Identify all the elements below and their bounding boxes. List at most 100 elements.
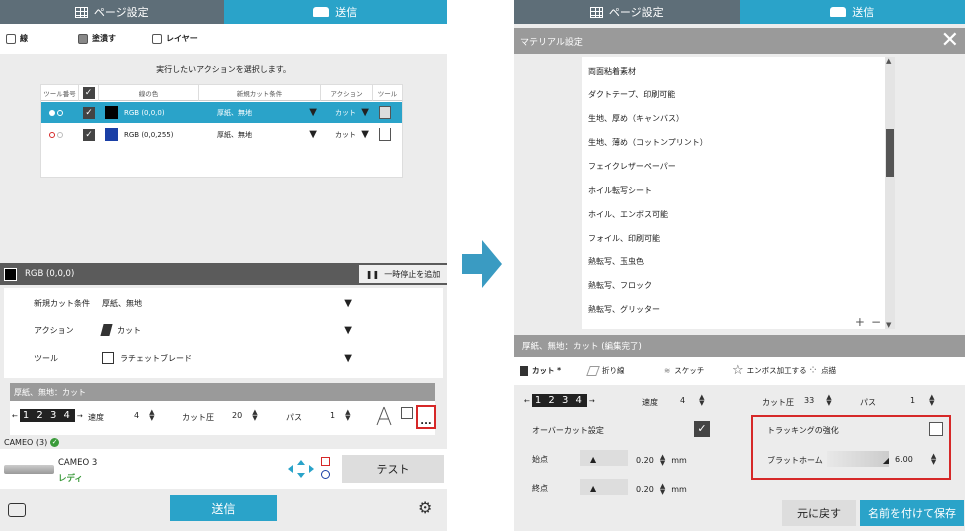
tab-send[interactable]: 送信 [223,0,447,24]
action-dropdown[interactable]: カット ▼ [100,321,352,339]
close-icon[interactable]: ✕ [941,28,959,54]
tool-position-picker[interactable]: ← 1 2 3 4 → [524,394,595,407]
cutter-icon [313,7,330,17]
remove-material-button[interactable]: − [871,315,881,329]
tool-offset-icon[interactable] [375,405,393,427]
overcut-label: オーバーカット設定 [532,426,604,435]
cutter-device-icon [4,465,54,474]
force-stepper[interactable]: 33 ▲ ▼ [804,394,832,407]
gear-icon[interactable]: ⚙ [418,498,432,517]
tab-line[interactable]: 線 [6,33,28,44]
action-select[interactable]: カット ▼ [335,102,369,123]
action-select[interactable]: カット ▼ [335,124,369,145]
revert-button[interactable]: 元に戻す [782,500,856,526]
row-checkbox[interactable]: ✓ [83,124,95,145]
tracking-label: トラッキングの強化 [767,426,839,435]
action-prompt: 実行したいアクションを選択します。 [156,65,291,74]
end-slider[interactable]: ▲ [580,479,628,495]
tab-cut[interactable]: カット * [520,365,561,376]
material-select[interactable]: 厚紙、無地 ▼ [217,124,317,145]
device-header: CAMEO (3) ✓ [4,438,60,447]
tool-cell[interactable] [379,102,391,123]
speed-stepper[interactable]: 4 ▲ ▼ [680,394,704,407]
stepper-arrows-icon: ▲ ▼ [345,408,351,422]
tool-number [49,124,63,145]
stepper-arrows-icon: ▲ ▼ [252,408,258,422]
tab-emboss[interactable]: ☆ エンボス加工する [732,363,807,378]
arrow-right-icon [460,238,504,290]
tab-page-setup[interactable]: ページ設定 [0,0,224,24]
more-settings-button[interactable]: ... [416,405,436,429]
blade-stepper[interactable]: 6.00 ▲ ▼ [895,453,936,466]
grid-icon [74,6,88,18]
list-item[interactable]: 両面粘着素材 [588,66,636,77]
list-item[interactable]: 熱転写、グリッター [588,304,660,315]
tool-holder-icon [321,457,331,481]
tab-layer[interactable]: レイヤー [152,33,198,44]
table-row[interactable]: ✓ RGB (0,0,0) 厚紙、無地 ▼ カット ▼ [41,102,402,123]
select-all-checkbox[interactable]: ✓ [82,86,95,99]
list-item[interactable]: ホイル、エンボス可能 [588,209,668,220]
tool-position-picker[interactable]: ← 1 2 3 4 → [12,409,83,422]
tool-dropdown[interactable]: ラチェットブレード ▼ [102,349,352,367]
tracking-checkbox[interactable] [929,422,943,436]
list-item[interactable]: フォイル、印刷可能 [588,233,660,244]
list-item[interactable]: フェイクレザーペーパー [588,161,676,172]
test-button[interactable]: テスト [342,455,444,483]
tab-fill[interactable]: 塗潰す [78,33,116,44]
tab-dots[interactable]: ⁘ 点描 [808,363,836,377]
main-tabbar: ページ設定 送信 [0,0,447,24]
tab-fold[interactable]: 折り線 [586,365,625,376]
blade-label: ブラットホーム [767,456,823,465]
add-pause-button[interactable]: ❚❚ 一時停止を追加 [359,265,447,283]
tab-page-setup[interactable]: ページ設定 [514,0,740,24]
list-item[interactable]: 生地、厚め（キャンバス） [588,113,684,124]
connected-check-icon: ✓ [50,438,60,447]
start-stepper[interactable]: 0.20 ▲ ▼ mm [636,453,687,467]
send-panel: ページ設定 送信 線 塗潰す レイヤー 実行したいアクションを選択します。 ツー… [0,0,447,531]
tab-sketch[interactable]: ≋ スケッチ [664,365,704,376]
speed-stepper[interactable]: 4 ▲ ▼ [134,408,155,422]
stepper-arrows-icon: ▲ ▼ [659,453,666,467]
start-slider[interactable]: ▲ [580,450,628,466]
stepper-arrows-icon: ▲ ▼ [149,408,155,422]
overcut-checkbox[interactable]: ✓ [694,421,710,437]
action-tabs: カット * 折り線 ≋ スケッチ ☆ エンボス加工する ⁘ 点描 [514,357,965,385]
send-status-icon[interactable] [8,503,26,517]
list-item[interactable]: 熱転写、フロック [588,280,652,291]
list-item[interactable]: ホイル転写シート [588,185,652,196]
col-tool-number: ツール番号 [41,85,79,101]
layer-icon [152,33,162,44]
material-dropdown[interactable]: 厚紙、無地 ▼ [102,294,352,312]
list-item[interactable]: ダクトテープ、印刷可能 [588,89,675,100]
option-checkbox[interactable] [401,407,413,419]
send-button[interactable]: 送信 [170,495,277,521]
row-checkbox[interactable]: ✓ [83,102,95,123]
pass-stepper[interactable]: 1 ▲ ▼ [910,394,934,407]
col-select-all[interactable]: ✓ [79,85,99,101]
list-item[interactable]: 生地、薄め（コットンプリント） [588,137,708,148]
device-row[interactable]: CAMEO 3 レディ テスト [0,449,447,489]
force-label: カット圧 [762,398,794,407]
material-header: 厚紙、無地：カット (編集完了) [514,335,965,357]
slider-handle-icon: ▲ [590,455,597,464]
blade-slider[interactable]: ◢ [827,451,889,467]
pass-stepper[interactable]: 1 ▲ ▼ [330,408,351,422]
col-tool: ツール [373,85,402,101]
tool-cell[interactable] [379,124,391,145]
table-row[interactable]: ✓ RGB (0,0,255) 厚紙、無地 ▼ カット ▼ [41,124,402,145]
scroll-up-icon: ▲ [886,57,892,65]
end-stepper[interactable]: 0.20 ▲ ▼ mm [636,483,687,496]
material-select[interactable]: 厚紙、無地 ▼ [217,102,317,123]
dropdown-arrow-icon: ▼ [361,129,369,140]
force-stepper[interactable]: 20 ▲ ▼ [232,408,258,422]
tool-label: ツール [34,354,58,363]
add-material-button[interactable]: + [855,315,865,329]
tab-send[interactable]: 送信 [739,0,965,24]
list-item[interactable]: 熱転写、玉虫色 [588,256,644,267]
start-label: 始点 [532,455,548,464]
list-scrollbar[interactable]: ▲ ▼ [885,57,895,329]
save-as-button[interactable]: 名前を付けて保存 [860,500,964,526]
move-arrows-icon[interactable] [287,459,315,479]
scroll-down-icon: ▼ [886,321,892,329]
